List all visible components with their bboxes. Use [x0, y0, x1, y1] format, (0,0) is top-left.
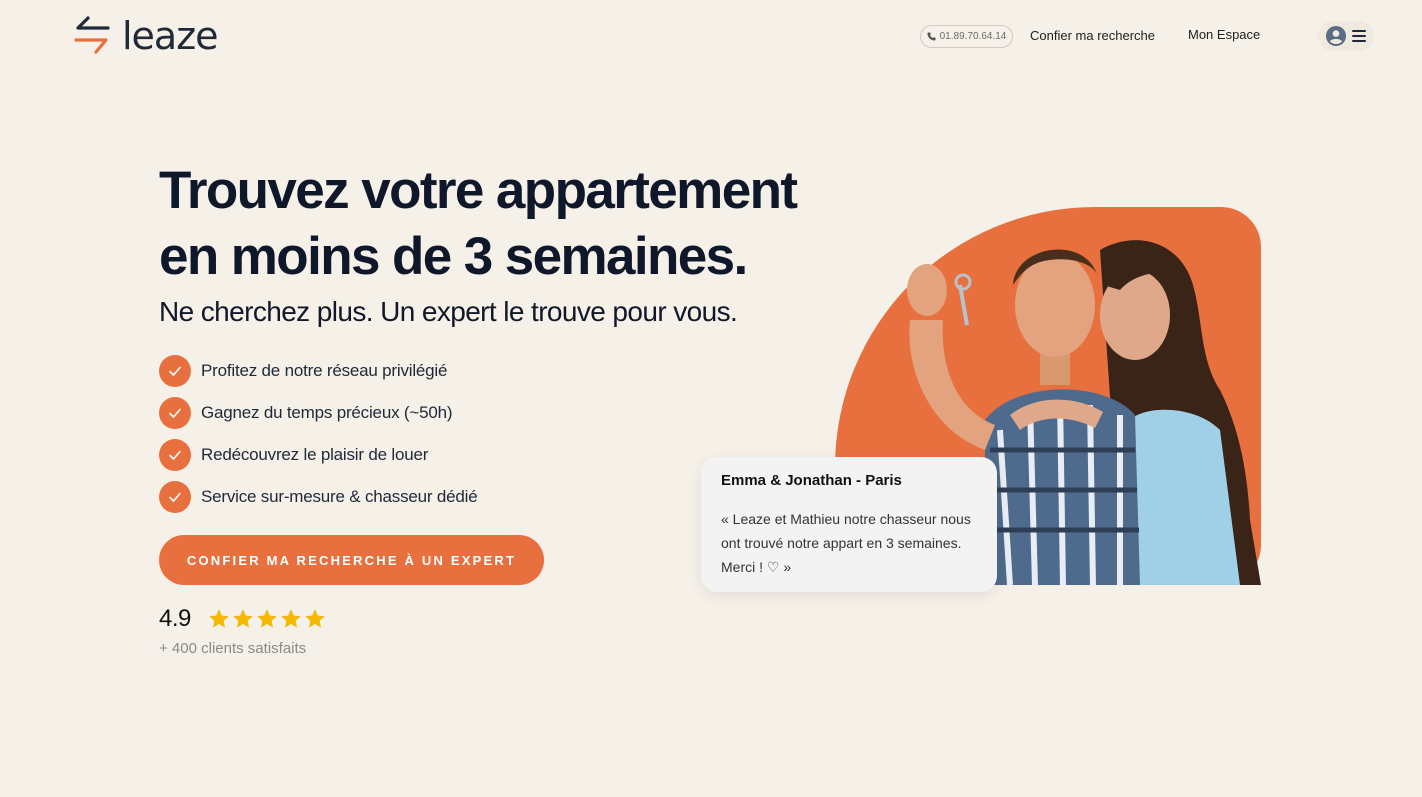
testimonial-author: Emma & Jonathan - Paris — [721, 472, 902, 489]
testimonial-card: Emma & Jonathan - Paris « Leaze et Mathi… — [701, 457, 997, 592]
feature-label: Profitez de notre réseau privilégié — [201, 361, 448, 380]
check-icon — [159, 481, 191, 513]
hero-title: Trouvez votre appartement en moins de 3 … — [159, 161, 798, 286]
phone-number: 01.89.70.64.14 — [939, 31, 1007, 42]
feature-item: Service sur-mesure & chasseur dédié — [159, 481, 478, 513]
star-icon — [305, 609, 325, 628]
leaze-arrows-logo-icon — [74, 16, 110, 54]
account-menu-button[interactable] — [1318, 21, 1374, 51]
user-icon — [1326, 26, 1346, 46]
phone-icon — [927, 32, 936, 41]
check-icon — [159, 397, 191, 429]
check-icon — [159, 439, 191, 471]
feature-item: Redécouvrez le plaisir de louer — [159, 439, 477, 471]
star-icon — [281, 609, 301, 628]
logo-text: leaze — [122, 14, 219, 58]
hero-subtitle: Ne cherchez plus. Un expert le trouve po… — [159, 296, 738, 327]
logo[interactable]: leaze — [74, 14, 219, 58]
rating: 4.9 — [159, 605, 326, 633]
nav-mon-espace[interactable]: Mon Espace — [1188, 27, 1260, 42]
feature-label: Service sur-mesure & chasseur dédié — [201, 487, 478, 506]
feature-list: Profitez de notre réseau privilégié Gagn… — [159, 355, 478, 523]
feature-item: Profitez de notre réseau privilégié — [159, 355, 477, 387]
rating-value: 4.9 — [159, 605, 191, 632]
star-icon — [257, 609, 277, 628]
star-icon — [233, 609, 253, 628]
landing-page: leaze 01.89.70.64.14 Confier ma recherch… — [0, 0, 1422, 797]
feature-label: Gagnez du temps précieux (~50h) — [201, 403, 453, 422]
nav-confier-recherche[interactable]: Confier ma recherche — [1030, 28, 1155, 43]
testimonial-quote: « Leaze et Mathieu notre chasseur nous o… — [721, 511, 971, 575]
star-rating — [208, 608, 326, 630]
phone-link[interactable]: 01.89.70.64.14 — [920, 25, 1013, 48]
feature-label: Redécouvrez le plaisir de louer — [201, 445, 429, 464]
cta-confier-expert-button[interactable]: CONFIER MA RECHERCHE À UN EXPERT — [159, 535, 544, 585]
rating-caption: + 400 clients satisfaits — [159, 640, 307, 657]
check-icon — [159, 355, 191, 387]
star-icon — [209, 609, 229, 628]
feature-item: Gagnez du temps précieux (~50h) — [159, 397, 477, 429]
hamburger-menu-icon — [1352, 30, 1366, 42]
